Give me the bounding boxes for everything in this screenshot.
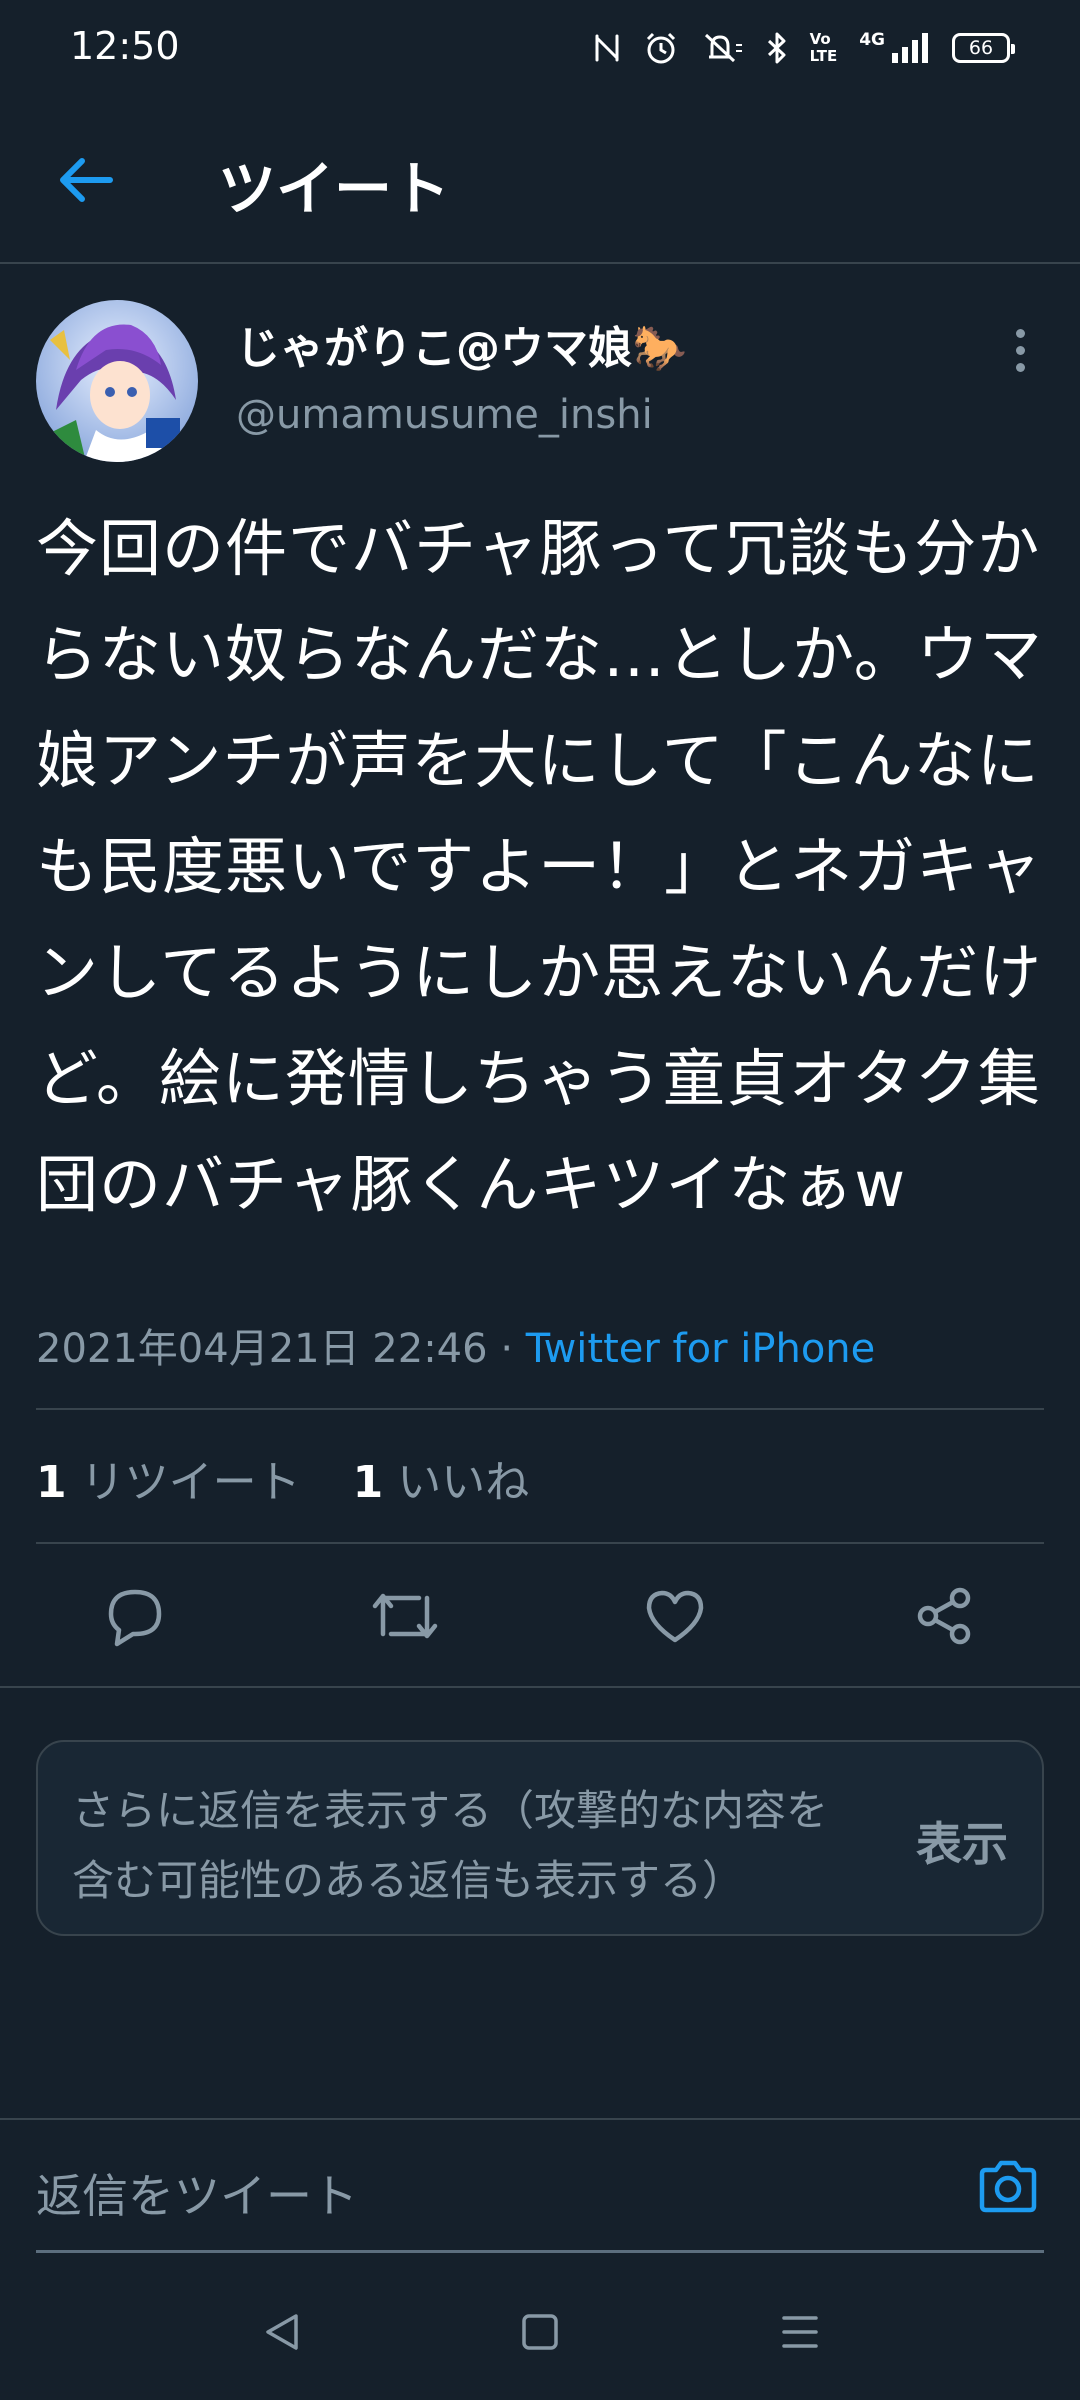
nfc-icon [592,32,622,64]
tweet-text: 今回の件でバチャ豚って冗談も分からない奴らなんだな…としか。ウマ娘アンチが声を大… [36,512,1043,1221]
share-button[interactable] [908,1580,980,1652]
alarm-icon [644,31,678,65]
home-square-icon [522,2314,558,2350]
back-triangle-icon [266,2314,298,2350]
reply-button[interactable] [99,1580,171,1652]
retweet-button[interactable] [369,1580,441,1652]
show-more-replies-text: さらに返信を表示する（攻撃的な内容を含む可能性のある返信も表示する） [72,1786,829,1905]
page-title: ツイート [218,155,451,223]
retweet-stat[interactable]: 1 リツイート [36,1457,301,1508]
reply-underline [36,2250,1044,2253]
reply-icon [108,1589,162,1647]
divider [36,1408,1044,1410]
bluetooth-icon [766,31,788,65]
arrow-left-icon [60,158,113,202]
signal-icon: 4G [859,31,930,65]
tweet-date: 2021年04月21日 22:46 [36,1326,488,1372]
camera-button[interactable] [972,2150,1044,2222]
nav-back-button[interactable] [252,2304,312,2360]
like-icon [646,1590,704,1643]
share-icon [917,1587,971,1645]
nav-menu-button[interactable] [770,2304,830,2360]
back-button[interactable] [46,140,126,220]
battery-icon: 66 [952,33,1015,63]
system-nav-bar [0,2264,1080,2400]
status-time: 12:50 [70,24,180,68]
tweet-source[interactable]: Twitter for iPhone [526,1326,876,1372]
author-name[interactable]: じゃがりこ@ウマ娘🐎 [236,312,687,376]
like-button[interactable] [639,1580,711,1652]
app-header: ツイート [0,96,1080,264]
volte-icon: Vo LTE [809,30,838,65]
show-more-replies-button[interactable]: 表示 [916,1808,1008,1874]
avatar[interactable] [36,300,198,462]
divider [36,1542,1044,1544]
retweet-icon [372,1593,438,1639]
author-handle[interactable]: @umamusume_inshi [236,392,653,438]
nav-home-button[interactable] [510,2304,570,2360]
meta-separator: · [500,1326,514,1372]
mute-icon [700,31,744,65]
reply-bar: 返信をツイート [0,2118,1080,2254]
tweet-stats: 1 リツイート 1 いいね [36,1446,567,1510]
reply-input[interactable]: 返信をツイート [36,2160,358,2226]
like-stat[interactable]: 1 いいね [353,1457,530,1508]
status-icons: Vo LTE 4G 66 [592,26,1015,70]
divider [0,1686,1080,1688]
more-options-icon[interactable] [1000,320,1040,380]
tweet-meta: 2021年04月21日 22:46 · Twitter for iPhone [36,1316,875,1374]
menu-lines-icon [782,2316,818,2348]
show-more-replies-card[interactable]: さらに返信を表示する（攻撃的な内容を含む可能性のある返信も表示する） 表示 [36,1740,1044,1936]
camera-icon [979,2160,1037,2213]
status-bar: 12:50 Vo LTE 4G 66 [0,0,1080,96]
